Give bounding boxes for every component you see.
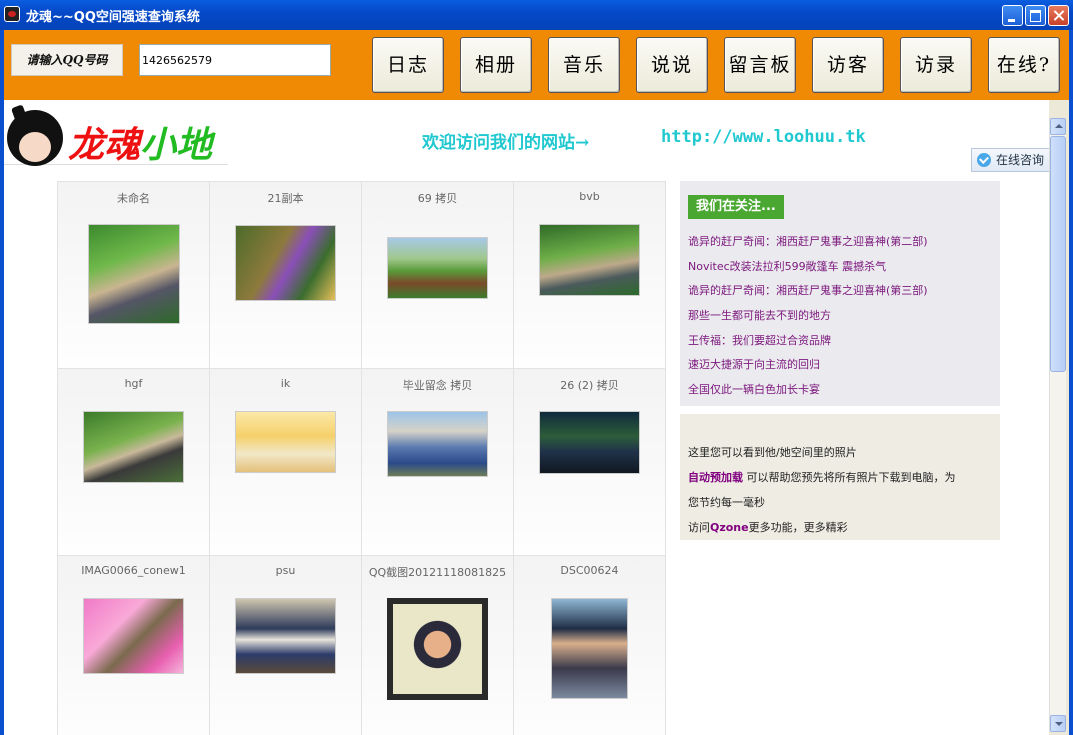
follow-heading: 我们在关注...	[688, 195, 784, 219]
blog-button[interactable]: 日志	[372, 37, 444, 93]
app-icon	[4, 6, 20, 22]
album-cell[interactable]: 毕业留念 拷贝	[362, 369, 514, 556]
photo-thumb-icon[interactable]	[83, 598, 184, 674]
album-title: QQ截图20121118081825	[368, 566, 507, 579]
scroll-thumb[interactable]	[1050, 136, 1066, 372]
info-line-qzone: 访问Qzone更多功能，更多精彩	[688, 521, 848, 534]
follow-link[interactable]: 速迈大捷源于向主流的回归	[688, 356, 928, 381]
window-title: 龙魂~~QQ空间强速查询系统	[26, 10, 200, 25]
consult-check-icon	[977, 153, 991, 167]
follow-link[interactable]: 诡异的赶尸奇闻：湘西赶尸鬼事之迎喜神(第三部)	[688, 282, 928, 307]
info-line-save: 您节约每一毫秒	[688, 496, 765, 509]
album-cell[interactable]: 26 (2) 拷贝	[514, 369, 666, 556]
album-title: ik	[280, 377, 291, 390]
album-cell[interactable]: psu	[210, 556, 362, 735]
welcome-text: 欢迎访问我们的网站→	[422, 133, 590, 153]
qzone-link[interactable]: Qzone	[710, 521, 749, 534]
photo-thumb-icon[interactable]	[387, 598, 488, 700]
album-title: 26 (2) 拷贝	[560, 379, 619, 392]
info-panel: 这里您可以看到他/她空间里的照片 自动预加载 可以帮助您预先将所有照片下载到电脑…	[680, 414, 1000, 540]
follow-link[interactable]: Novitec改装法拉利599敞篷车 震撼杀气	[688, 258, 928, 283]
photo-thumb-icon[interactable]	[235, 225, 336, 301]
logo-avatar-icon	[7, 110, 63, 166]
info-line-photos: 这里您可以看到他/她空间里的照片	[688, 446, 857, 459]
album-title: 21副本	[267, 192, 304, 205]
window-frame-right	[1069, 30, 1073, 735]
album-title: bvb	[579, 190, 600, 203]
album-cell[interactable]: 未命名	[58, 182, 210, 369]
album-button[interactable]: 相册	[460, 37, 532, 93]
minimize-button[interactable]	[1002, 5, 1023, 26]
follow-link[interactable]: 王传福：我们要超过合资品牌	[688, 332, 928, 357]
album-cell[interactable]: DSC00624	[514, 556, 666, 735]
online-status-button[interactable]: 在线?	[988, 37, 1060, 93]
visitors-button[interactable]: 访客	[812, 37, 884, 93]
visit-record-button[interactable]: 访录	[900, 37, 972, 93]
photo-thumb-icon[interactable]	[235, 598, 336, 674]
photo-thumb-icon[interactable]	[551, 598, 628, 699]
scroll-up-arrow-icon[interactable]	[1050, 118, 1066, 135]
album-cell[interactable]: 21副本	[210, 182, 362, 369]
album-cell[interactable]: QQ截图20121118081825	[362, 556, 514, 735]
album-title: 毕业留念 拷贝	[402, 379, 473, 392]
album-title: psu	[275, 564, 296, 577]
album-title: 未命名	[117, 192, 150, 205]
online-consult-button[interactable]: 在线咨询	[971, 148, 1049, 172]
close-button[interactable]	[1048, 5, 1069, 26]
follow-link[interactable]: 全国仅此一辆白色加长卡宴	[688, 381, 928, 406]
photo-thumb-icon[interactable]	[387, 411, 488, 477]
photo-thumb-icon[interactable]	[88, 224, 180, 324]
message-board-button[interactable]: 留言板	[724, 37, 796, 93]
follow-link[interactable]: 那些一生都可能去不到的地方	[688, 307, 928, 332]
maximize-button[interactable]	[1025, 5, 1046, 26]
online-consult-label: 在线咨询	[996, 153, 1045, 167]
follow-panel: 我们在关注... 诡异的赶尸奇闻：湘西赶尸鬼事之迎喜神(第二部) Novitec…	[680, 181, 1000, 406]
photo-thumb-icon[interactable]	[83, 411, 184, 483]
album-cell[interactable]: 69 拷贝	[362, 182, 514, 369]
title-bar: 龙魂~~QQ空间强速查询系统	[0, 0, 1073, 30]
music-button[interactable]: 音乐	[548, 37, 620, 93]
album-cell[interactable]: bvb	[514, 182, 666, 369]
site-logo[interactable]: 龙魂小地	[4, 104, 228, 166]
photo-thumb-icon[interactable]	[539, 224, 640, 296]
site-url-link[interactable]: http://www.loohuu.tk	[661, 127, 866, 147]
album-title: 69 拷贝	[417, 192, 458, 205]
photo-thumb-icon[interactable]	[539, 411, 640, 474]
album-title: DSC00624	[560, 564, 619, 577]
follow-link[interactable]: 诡异的赶尸奇闻：湘西赶尸鬼事之迎喜神(第二部)	[688, 233, 928, 258]
album-cell[interactable]: IMAG0066_conew1	[58, 556, 210, 735]
photo-thumb-icon[interactable]	[235, 411, 336, 473]
scroll-down-arrow-icon[interactable]	[1050, 715, 1066, 732]
web-content: 龙魂小地 欢迎访问我们的网站→ http://www.loohuu.tk 在线咨…	[4, 100, 1049, 735]
vertical-scrollbar[interactable]	[1049, 118, 1066, 732]
preload-text: 可以帮助您预先将所有照片下载到电脑，为	[743, 471, 956, 484]
preload-link[interactable]: 自动预加载	[688, 471, 743, 484]
photo-thumb-icon[interactable]	[387, 237, 488, 299]
qq-number-label: 请输入QQ号码	[11, 44, 123, 76]
shuoshuo-button[interactable]: 说说	[636, 37, 708, 93]
album-grid: 未命名 21副本 69 拷贝 bvb hgf ik 毕业留念 拷贝 26 (2)…	[57, 181, 666, 735]
toolbar: 请输入QQ号码 日志 相册 音乐 说说 留言板 访客 访录 在线?	[4, 30, 1069, 100]
album-cell[interactable]: ik	[210, 369, 362, 556]
qq-number-input[interactable]	[139, 44, 331, 76]
info-line-preload: 自动预加载 可以帮助您预先将所有照片下载到电脑，为	[688, 469, 956, 485]
album-title: IMAG0066_conew1	[81, 564, 186, 577]
album-cell[interactable]: hgf	[58, 369, 210, 556]
album-title: hgf	[124, 377, 143, 390]
logo-text: 龙魂小地	[68, 124, 213, 166]
